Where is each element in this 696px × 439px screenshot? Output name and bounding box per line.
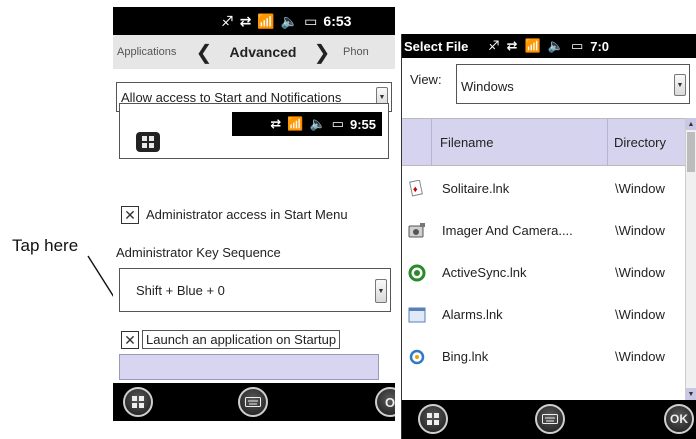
file-row[interactable]: Bing.lnk \Window	[402, 336, 687, 378]
preview-clock: 9:55	[349, 116, 376, 132]
file-name: ActiveSync.lnk	[442, 265, 527, 280]
clock: 7:0	[590, 38, 610, 54]
cards-icon: ♦	[409, 180, 423, 197]
ok-softkey-partial[interactable]: O	[375, 387, 395, 417]
keyboard-icon	[542, 414, 558, 424]
sync-arrows-icon: ⇄	[506, 38, 518, 53]
battery-icon: ▭	[304, 13, 318, 29]
windows-flag-icon	[132, 396, 144, 408]
view-select[interactable]: Windows ▼	[456, 64, 690, 104]
volume-icon: 🔈	[309, 116, 326, 131]
dropdown-arrow-icon[interactable]: ▼	[375, 279, 387, 303]
signal-icon: 📶	[287, 116, 304, 131]
status-bar: Select File ♐ ⇄ 📶 🔈 ▭ 7:0	[402, 34, 696, 58]
launch-startup-label[interactable]: Launch an application on Startup	[142, 330, 341, 349]
tab-applications[interactable]: Applications	[113, 46, 193, 58]
windows-flag-icon	[427, 413, 439, 425]
view-label: View:	[410, 72, 442, 87]
file-list-scrollbar[interactable]: ▲ ▼	[685, 118, 696, 400]
file-list-header: Filename Directory	[402, 118, 696, 166]
select-file-dialog: Select File ♐ ⇄ 📶 🔈 ▭ 7:0 View: Windows …	[401, 34, 696, 439]
scroll-down-icon[interactable]: ▼	[686, 388, 696, 400]
battery-icon: ▭	[331, 116, 344, 131]
camera-icon	[408, 223, 425, 238]
windows-start-icon	[136, 132, 160, 152]
chevron-left-icon[interactable]: ❮	[193, 40, 215, 65]
battery-icon: ▭	[570, 38, 584, 53]
sync-arrows-icon: ⇄	[239, 13, 252, 29]
advanced-settings-screen: ♐ ⇄ 📶 🔈 ▭ 6:53 Applications ❮ Advanced ❯…	[113, 7, 395, 421]
bing-icon	[409, 349, 425, 365]
file-directory: \Window	[615, 349, 665, 364]
connectivity-icon: ♐	[221, 13, 234, 29]
keyboard-button[interactable]	[535, 404, 565, 434]
sync-icon	[408, 264, 426, 282]
dialog-title: Select File	[404, 38, 469, 54]
windows-start-button[interactable]	[123, 387, 153, 417]
callout-label: Tap here	[12, 236, 79, 255]
view-select-value: Windows	[461, 79, 514, 94]
key-sequence-select[interactable]: Shift + Blue + 0 ▼	[119, 268, 391, 312]
file-name: Imager And Camera....	[442, 223, 573, 238]
admin-access-checkbox[interactable]: ✕	[121, 206, 139, 224]
file-directory: \Window	[615, 181, 665, 196]
dropdown-arrow-icon[interactable]: ▼	[674, 74, 686, 96]
key-sequence-label: Administrator Key Sequence	[116, 245, 281, 260]
file-row[interactable]: ActiveSync.lnk \Window	[402, 252, 687, 294]
chevron-right-icon[interactable]: ❯	[311, 40, 333, 65]
admin-access-label: Administrator access in Start Menu	[146, 207, 348, 222]
windows-start-button[interactable]	[418, 404, 448, 434]
file-name: Solitaire.lnk	[442, 181, 510, 196]
ok-button[interactable]: OK	[664, 404, 694, 434]
header-icon-column[interactable]	[402, 119, 432, 165]
preview-status-bar: ⇄ 📶 🔈 ▭ 9:55	[232, 112, 382, 136]
file-row[interactable]: Imager And Camera.... \Window	[402, 210, 687, 252]
tab-phone[interactable]: Phon	[333, 46, 369, 58]
clock: 6:53	[323, 13, 352, 29]
file-row[interactable]: ♦ Solitaire.lnk \Window	[402, 168, 687, 210]
header-directory[interactable]: Directory	[608, 119, 686, 165]
file-name: Bing.lnk	[442, 349, 489, 364]
volume-icon: 🔈	[280, 13, 299, 29]
file-directory: \Window	[615, 307, 665, 322]
scroll-up-icon[interactable]: ▲	[686, 118, 696, 130]
signal-icon: 📶	[257, 13, 275, 29]
clock-icon	[408, 307, 426, 323]
softkey-bar: OK	[402, 400, 696, 439]
keyboard-button[interactable]	[238, 387, 268, 417]
scroll-thumb[interactable]	[687, 132, 695, 172]
settings-tabbar: Applications ❮ Advanced ❯ Phon	[113, 35, 395, 69]
file-name: Alarms.lnk	[442, 307, 503, 322]
file-directory: \Window	[615, 223, 665, 238]
startup-app-field[interactable]	[119, 354, 379, 380]
tab-advanced[interactable]: Advanced	[215, 44, 311, 60]
volume-icon: 🔈	[547, 38, 564, 53]
taskbar-preview: ⇄ 📶 🔈 ▭ 9:55	[119, 103, 389, 159]
file-directory: \Window	[615, 265, 665, 280]
softkey-bar: O	[113, 383, 395, 421]
file-row[interactable]: Alarms.lnk \Window	[402, 294, 687, 336]
keyboard-icon	[245, 397, 261, 407]
sync-arrows-icon: ⇄	[270, 116, 282, 131]
svg-text:♦: ♦	[413, 184, 418, 194]
key-sequence-value: Shift + Blue + 0	[136, 282, 225, 298]
launch-startup-checkbox[interactable]: ✕	[121, 331, 139, 349]
status-bar: ♐ ⇄ 📶 🔈 ▭ 6:53	[113, 7, 395, 35]
signal-icon: 📶	[524, 38, 541, 53]
header-filename[interactable]: Filename	[432, 119, 608, 165]
connectivity-icon: ♐	[488, 38, 500, 53]
